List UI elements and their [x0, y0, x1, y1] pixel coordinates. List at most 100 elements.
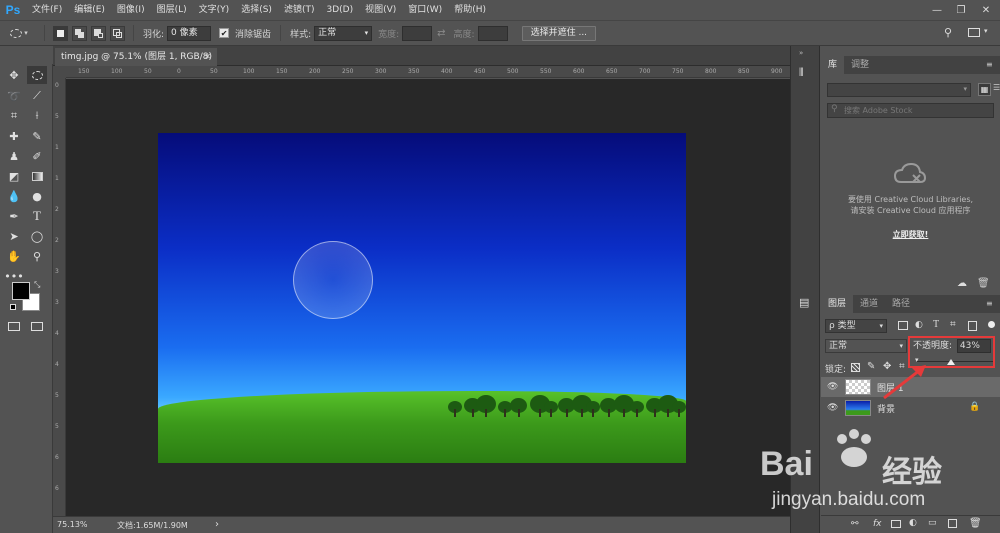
document-image[interactable] [158, 133, 686, 463]
horizontal-ruler[interactable]: 150 100 50 0 50 100 150 200 250 300 350 400 450 500 55… [66, 66, 790, 78]
lasso-tool-icon[interactable]: ➰ [4, 87, 24, 105]
history-panel-icon[interactable]: ⫴ [799, 66, 804, 80]
intersect-selection-button[interactable] [110, 25, 125, 41]
menu-3d[interactable]: 3D(D) [320, 0, 359, 20]
close-icon[interactable]: ✕ [975, 0, 997, 20]
tool-preset-picker[interactable]: ▾ [0, 28, 38, 38]
status-menu-arrow[interactable]: › [215, 519, 219, 530]
vertical-ruler[interactable]: 0 5 1 1 2 2 3 3 4 4 5 5 6 6 [53, 78, 66, 516]
trash-icon[interactable]: 🗑 [969, 518, 982, 529]
link-layers-icon[interactable]: ⚯ [851, 519, 859, 529]
filter-pixel-icon[interactable] [898, 321, 908, 330]
tab-layers[interactable]: 图层 [821, 295, 854, 313]
filter-shape-icon[interactable]: ⌗ [950, 319, 956, 330]
menu-filter[interactable]: 滤镜(T) [278, 0, 321, 20]
visibility-eye-icon[interactable]: 👁 [827, 382, 838, 392]
menu-type[interactable]: 文字(Y) [193, 0, 236, 20]
tab-libraries[interactable]: 库 [821, 56, 845, 74]
eraser-tool-icon[interactable]: ◩ [4, 167, 24, 185]
hand-tool-icon[interactable]: ✋ [4, 247, 24, 265]
lock-image-icon[interactable]: ✎ [867, 361, 875, 372]
panel-menu-icon[interactable]: ≡ [986, 60, 993, 69]
quick-select-tool-icon[interactable]: ⟋ [27, 87, 47, 105]
layer-filter-select[interactable]: ρ 类型 ▾ [825, 319, 887, 333]
list-view-icon[interactable]: ☰ [993, 83, 1000, 92]
new-layer-icon[interactable] [948, 519, 957, 528]
menu-help[interactable]: 帮助(H) [448, 0, 492, 20]
crop-tool-icon[interactable]: ⌗ [4, 107, 24, 125]
tab-paths[interactable]: 路径 [885, 295, 917, 313]
new-group-icon[interactable]: ▭ [928, 518, 937, 528]
screen-mode-icon[interactable] [31, 322, 43, 331]
library-select[interactable]: ▾ [827, 83, 971, 97]
stock-search-input[interactable]: 搜索 Adobe Stock [827, 103, 994, 118]
swap-colors-icon[interactable]: ⤡ [34, 280, 40, 290]
default-colors-icon[interactable] [10, 304, 16, 310]
quick-mask-icon[interactable] [8, 322, 20, 331]
history-brush-tool-icon[interactable]: ✐ [27, 147, 47, 165]
ellipse-marquee-tool-icon[interactable] [27, 66, 47, 84]
menu-edit[interactable]: 编辑(E) [68, 0, 111, 20]
layer-name[interactable]: 背景 [877, 402, 895, 415]
feather-input[interactable]: 0 像素 [167, 25, 212, 41]
lock-transparent-icon[interactable] [851, 363, 860, 372]
trash-icon[interactable]: 🗑 [977, 278, 990, 289]
filter-type-icon[interactable]: T [933, 319, 939, 330]
healing-brush-tool-icon[interactable]: ✚ [4, 127, 24, 145]
new-selection-button[interactable] [53, 25, 68, 41]
zoom-level[interactable]: 75.13% [57, 520, 88, 529]
collapse-arrows-icon[interactable]: » [799, 49, 803, 57]
style-select[interactable]: 正常 ▾ [314, 25, 373, 41]
blur-tool-icon[interactable]: 💧 [4, 187, 24, 205]
brush-tool-icon[interactable]: ✎ [27, 127, 47, 145]
close-icon[interactable]: ✕ [204, 48, 211, 66]
tab-channels[interactable]: 通道 [853, 295, 885, 313]
add-mask-icon[interactable] [891, 520, 901, 528]
tab-adjustments[interactable]: 调整 [844, 56, 876, 74]
menu-image[interactable]: 图像(I) [111, 0, 151, 20]
document-tab[interactable]: timg.jpg @ 75.1% (图层 1, RGB/8) * ✕ [55, 48, 217, 80]
tree-trunk [678, 409, 680, 417]
menu-file[interactable]: 文件(F) [26, 0, 68, 20]
adjustment-layer-icon[interactable]: ◐ [909, 518, 917, 528]
filter-adjustment-icon[interactable]: ◐ [915, 320, 923, 330]
visibility-eye-icon[interactable]: 👁 [827, 403, 838, 413]
antialias-checkbox[interactable]: ✔ [219, 28, 230, 38]
gradient-tool-icon[interactable] [27, 167, 47, 185]
clone-stamp-tool-icon[interactable]: ♟ [4, 147, 24, 165]
swap-icon[interactable]: ⇄ [437, 28, 445, 39]
menu-select[interactable]: 选择(S) [235, 0, 278, 20]
path-select-tool-icon[interactable]: ➤ [4, 227, 24, 245]
menu-window[interactable]: 窗口(W) [402, 0, 448, 20]
filter-smart-object-icon[interactable] [968, 321, 977, 331]
blend-mode-select[interactable]: 正常 ▾ [825, 339, 907, 353]
restore-icon[interactable]: ❐ [950, 0, 972, 20]
get-it-now-link[interactable]: 立即获取! [821, 229, 1000, 240]
pen-tool-icon[interactable]: ✒ [4, 207, 24, 225]
grid-view-icon[interactable]: ▦ [978, 83, 991, 96]
stock-icon[interactable]: ☁ [957, 278, 967, 289]
select-and-mask-button[interactable]: 选择并遮住 ... [521, 25, 597, 41]
subtract-selection-button[interactable] [91, 25, 106, 41]
menu-view[interactable]: 视图(V) [359, 0, 402, 20]
foreground-color-swatch[interactable] [12, 282, 30, 300]
add-selection-button[interactable] [72, 25, 87, 41]
filter-toggle-icon[interactable] [988, 321, 995, 328]
zoom-tool-icon[interactable]: ⚲ [27, 247, 47, 265]
eyedropper-tool-icon[interactable]: ⟊ [27, 107, 47, 125]
properties-panel-icon[interactable]: ▤ [799, 296, 809, 309]
dodge-tool-icon[interactable]: ● [27, 187, 47, 205]
search-icon[interactable]: ⚲ [944, 26, 952, 39]
width-input[interactable] [402, 25, 433, 41]
type-tool-icon[interactable]: T [27, 207, 47, 225]
height-input[interactable] [477, 25, 508, 41]
minimize-icon[interactable]: — [926, 0, 948, 20]
menu-layer[interactable]: 图层(L) [151, 0, 193, 20]
move-tool-icon[interactable]: ✥ [4, 66, 24, 84]
chevron-down-icon[interactable]: ▾ [984, 27, 988, 35]
canvas-area[interactable] [66, 79, 790, 516]
fx-icon[interactable]: fx [873, 519, 882, 529]
workspace-icon[interactable] [968, 28, 980, 37]
panel-menu-icon[interactable]: ≡ [986, 299, 993, 308]
ellipse-shape-tool-icon[interactable]: ◯ [27, 227, 47, 245]
